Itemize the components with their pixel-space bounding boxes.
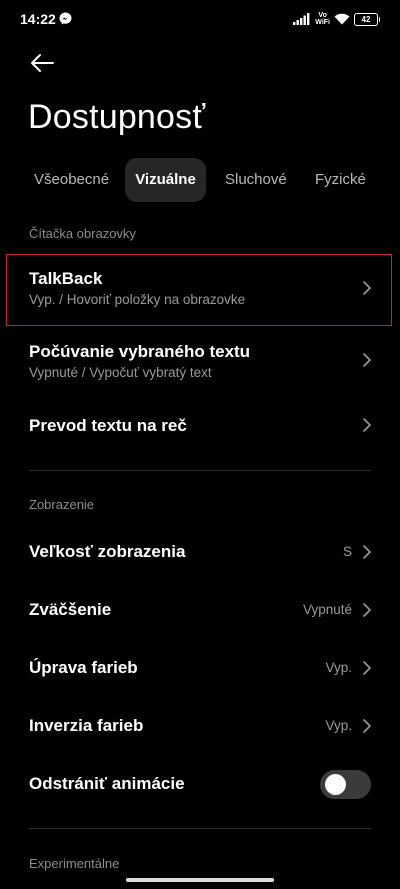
tab-fyzicke[interactable]: Fyzické <box>315 158 366 202</box>
talkback-row[interactable]: TalkBack Vyp. / Hovoriť položky na obraz… <box>0 256 400 324</box>
select-to-speak-title: Počúvanie vybraného textu <box>29 342 251 361</box>
chevron-right-icon <box>363 418 371 432</box>
back-arrow-icon <box>31 54 54 72</box>
display-size-title: Veľkosť zobrazenia <box>29 542 186 561</box>
chevron-right-icon <box>363 603 371 617</box>
color-correction-row[interactable]: Úprava farieb Vyp. <box>0 646 400 692</box>
display-size-row[interactable]: Veľkosť zobrazenia S <box>0 530 400 576</box>
status-icons: Vo WiFi 42 <box>293 11 380 27</box>
wifi-icon <box>334 13 350 25</box>
section-header-display: Zobrazenie <box>29 497 95 512</box>
status-time: 14:22 <box>20 11 56 27</box>
section-divider <box>29 470 371 471</box>
remove-animations-row: Odstrániť animácie <box>0 762 400 808</box>
tab-vizualne[interactable]: Vizuálne <box>125 158 206 202</box>
tab-bar: Všeobecné Vizuálne Sluchové Fyzické <box>24 158 400 202</box>
section-divider <box>29 828 371 829</box>
vowifi-line1: Vo <box>318 12 327 19</box>
remove-animations-toggle[interactable] <box>320 770 371 799</box>
messenger-icon <box>59 12 72 25</box>
tab-vseobecne[interactable]: Všeobecné <box>34 158 109 202</box>
remove-animations-title: Odstrániť animácie <box>29 774 185 793</box>
chevron-right-icon <box>363 281 371 295</box>
tab-sluchove[interactable]: Sluchové <box>225 158 287 202</box>
chevron-right-icon <box>363 353 371 367</box>
talkback-title: TalkBack <box>29 269 103 288</box>
color-correction-title: Úprava farieb <box>29 658 138 677</box>
battery-icon: 42 <box>354 12 380 26</box>
page-title: Dostupnosť <box>28 98 206 136</box>
select-to-speak-subtitle: Vypnuté / Vypočuť vybratý text <box>29 365 212 380</box>
text-to-speech-title: Prevod textu na reč <box>29 416 187 435</box>
select-to-speak-row[interactable]: Počúvanie vybraného textu Vypnuté / Vypo… <box>0 328 400 392</box>
magnification-title: Zväčšenie <box>29 600 112 619</box>
toggle-knob <box>325 774 346 795</box>
color-inversion-title: Inverzia farieb <box>29 716 144 735</box>
magnification-row[interactable]: Zväčšenie Vypnuté <box>0 588 400 634</box>
text-to-speech-row[interactable]: Prevod textu na reč <box>0 400 400 450</box>
section-header-experimental: Experimentálne <box>29 856 120 871</box>
vowifi-indicator: Vo WiFi <box>315 12 330 26</box>
signal-icon <box>293 13 310 25</box>
color-correction-value: Vyp. <box>325 660 352 675</box>
home-indicator[interactable] <box>126 878 274 882</box>
vowifi-line2: WiFi <box>315 19 330 26</box>
color-inversion-value: Vyp. <box>325 718 352 733</box>
chevron-right-icon <box>363 719 371 733</box>
color-inversion-row[interactable]: Inverzia farieb Vyp. <box>0 704 400 750</box>
status-bar: 14:22 Vo WiFi 42 <box>0 0 400 40</box>
chevron-right-icon <box>363 661 371 675</box>
magnification-value: Vypnuté <box>302 602 352 617</box>
talkback-subtitle: Vyp. / Hovoriť položky na obrazovke <box>29 292 246 307</box>
section-header-screen-reader: Čítačka obrazovky <box>29 226 136 241</box>
display-size-value: S <box>342 544 352 559</box>
back-button[interactable] <box>24 48 60 78</box>
chevron-right-icon <box>363 545 371 559</box>
